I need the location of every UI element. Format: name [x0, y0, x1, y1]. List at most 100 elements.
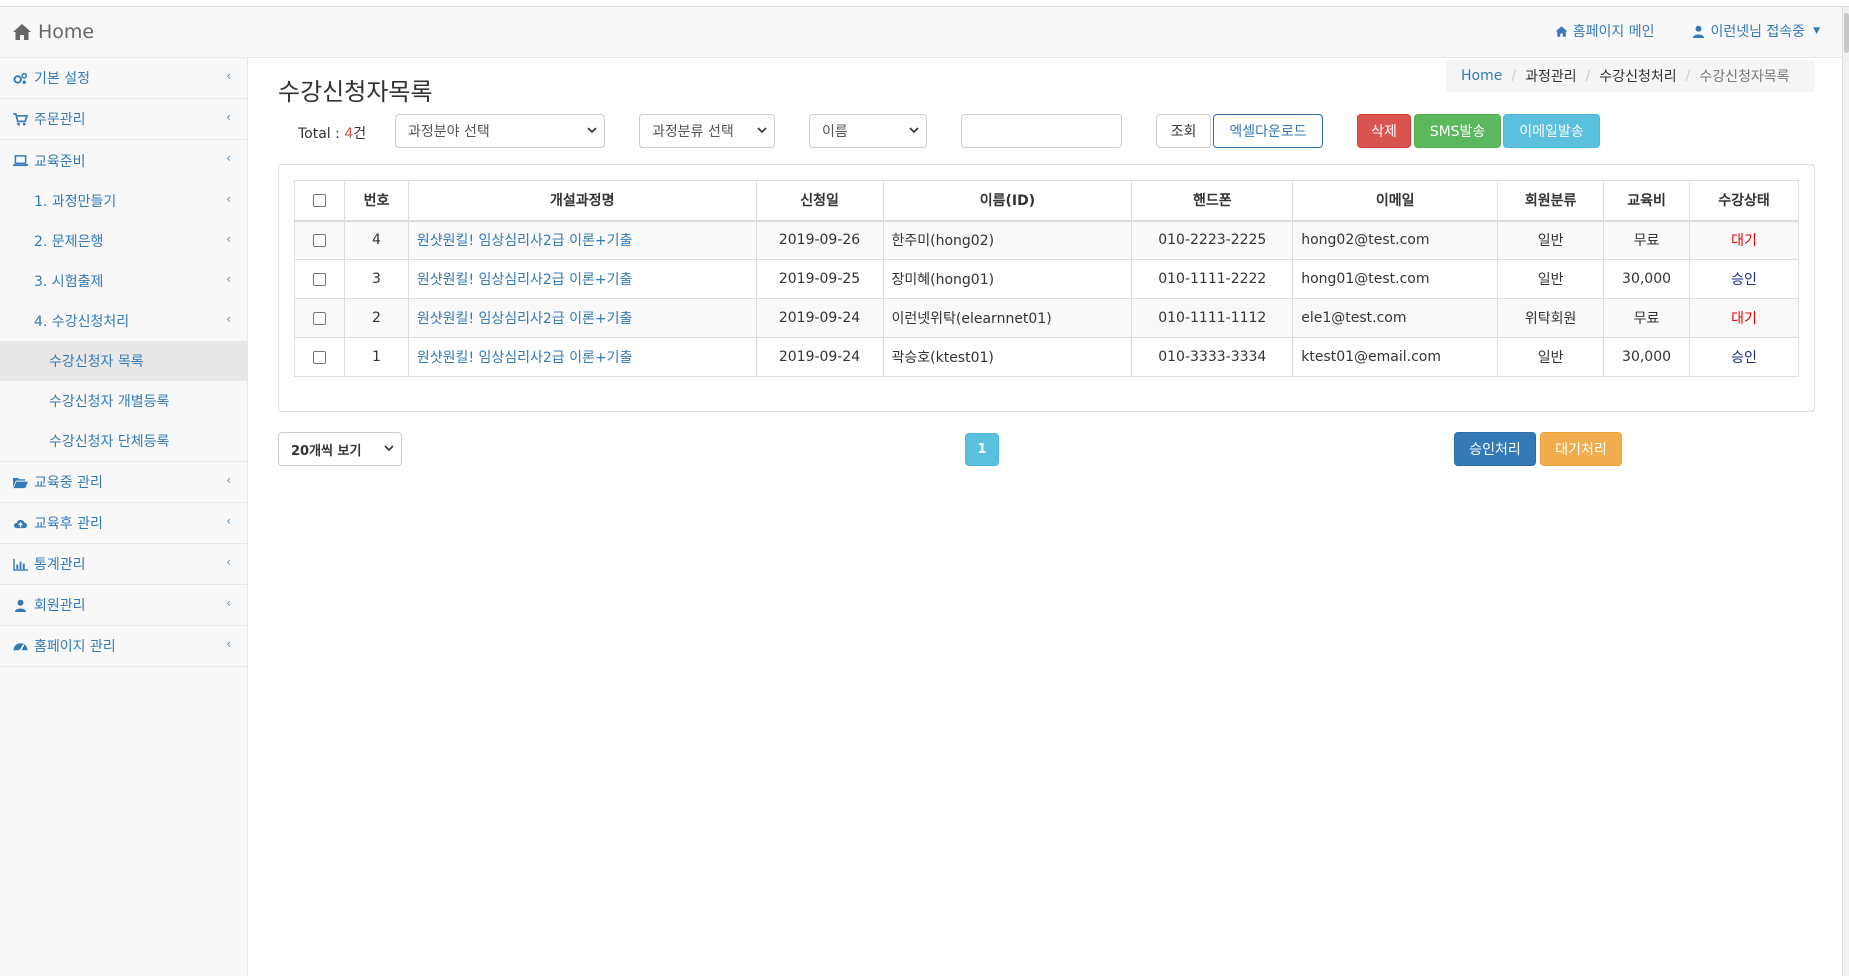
chevron-left-icon: ‹ [226, 514, 231, 528]
wait-button[interactable]: 대기처리 [1540, 432, 1622, 466]
total-count: Total : 4건 [298, 126, 367, 142]
applicant-name: 곽승호(ktest01) [882, 337, 1133, 377]
approve-button[interactable]: 승인처리 [1454, 432, 1536, 466]
pagination-page-1[interactable]: 1 [965, 433, 999, 466]
page-title: 수강신청자목록 [278, 78, 433, 106]
status-badge: 승인 [1689, 259, 1799, 299]
select-all-checkbox[interactable] [312, 193, 326, 207]
sidebar-item-label: 교육후 관리 [34, 516, 103, 532]
row-checkbox[interactable] [312, 272, 326, 286]
sidebar-item-homepage-management[interactable]: 홈페이지 관리 ‹ [0, 626, 247, 667]
sidebar-subitem-label: 3. 시험출제 [34, 274, 104, 290]
fee: 30,000 [1603, 259, 1691, 299]
homepage-main-link[interactable]: 홈페이지 메인 [1555, 21, 1655, 41]
column-header[interactable]: 수강상태 [1689, 180, 1799, 222]
sidebar-item-label: 교육준비 [34, 153, 86, 170]
sidebar-item-members[interactable]: 회원관리 ‹ [0, 585, 247, 626]
column-header[interactable]: 핸드폰 [1131, 180, 1294, 222]
member-type: 일반 [1497, 337, 1605, 377]
row-checkbox[interactable] [312, 233, 326, 247]
sidebar-item-statistics[interactable]: 통계관리 ‹ [0, 544, 247, 585]
column-header[interactable]: 교육비 [1603, 180, 1691, 222]
column-header[interactable]: 개설과정명 [407, 180, 757, 222]
phone: 010-1111-2222 [1131, 259, 1294, 299]
chevron-left-icon: ‹ [226, 473, 231, 487]
sidebar-item-after-education[interactable]: 교육후 관리 ‹ [0, 503, 247, 544]
page-size-select[interactable]: 20개씩 보기 [278, 432, 402, 466]
dashboard-icon [13, 642, 28, 652]
sidebar-subitem-question-bank[interactable]: 2. 문제은행 ‹ [0, 221, 247, 261]
delete-button[interactable]: 삭제 [1357, 114, 1411, 148]
row-number: 4 [343, 220, 409, 260]
course-category-select[interactable]: 과정분류 선택 [639, 114, 775, 148]
user-menu-dropdown[interactable]: 이런넷님 접속중 ▼ [1692, 21, 1820, 41]
sidebar-subsubitem-enrollee-list[interactable]: 수강신청자 목록 [0, 341, 247, 381]
email-send-button[interactable]: 이메일발송 [1503, 114, 1600, 148]
column-header[interactable]: 번호 [343, 180, 409, 222]
search-button[interactable]: 조회 [1156, 114, 1211, 148]
sidebar-subitem-label: 2. 문제은행 [34, 234, 104, 250]
table-row: 3 원샷원킬! 임상심리사2급 이론+기출 2019-09-25 장미혜(hon… [294, 259, 1799, 299]
course-name-link[interactable]: 원샷원킬! 임상심리사2급 이론+기출 [407, 220, 757, 260]
vertical-scrollbar[interactable] [1842, 7, 1849, 976]
course-name-link[interactable]: 원샷원킬! 임상심리사2급 이론+기출 [407, 298, 757, 338]
chevron-left-icon: ‹ [226, 596, 231, 610]
enrollee-table: 번호 개설과정명 신청일 이름(ID) 핸드폰 이메일 회원분류 교육비 수강상… [294, 180, 1799, 377]
sidebar-subitem-create-course[interactable]: 1. 과정만들기 ‹ [0, 181, 247, 221]
homepage-main-label: 홈페이지 메인 [1572, 24, 1655, 40]
member-type: 일반 [1497, 259, 1605, 299]
status-badge: 대기 [1689, 220, 1799, 260]
column-header[interactable]: 신청일 [755, 180, 884, 222]
sms-send-button[interactable]: SMS발송 [1414, 114, 1501, 148]
column-header[interactable]: 회원분류 [1497, 180, 1605, 222]
chevron-left-icon: ‹ [226, 637, 231, 651]
scrollbar-thumb[interactable] [1844, 13, 1849, 53]
sidebar-subsubitem-individual-register[interactable]: 수강신청자 개별등록 [0, 381, 247, 421]
sidebar-item-label: 기본 설정 [34, 71, 90, 87]
table-header-row: 번호 개설과정명 신청일 이름(ID) 핸드폰 이메일 회원분류 교육비 수강상… [294, 180, 1799, 222]
member-type: 일반 [1497, 220, 1605, 260]
course-name-link[interactable]: 원샷원킬! 임상심리사2급 이론+기출 [407, 259, 757, 299]
brand-home-link[interactable]: Home [12, 21, 94, 43]
fee: 30,000 [1603, 337, 1691, 377]
top-navbar: Home 홈페이지 메인 이런넷님 접속중 ▼ [0, 7, 1842, 58]
table-row: 2 원샷원킬! 임상심리사2급 이론+기출 2019-09-24 이런넷위탁(e… [294, 298, 1799, 338]
home-icon [1555, 25, 1568, 37]
row-checkbox[interactable] [312, 350, 326, 364]
sidebar-item-label: 회원관리 [34, 598, 86, 614]
sidebar-subitem-label: 4. 수강신청처리 [34, 314, 130, 330]
cloud-upload-icon [14, 519, 27, 528]
folder-open-icon [13, 477, 28, 488]
breadcrumb: Home / 과정관리 / 수강신청처리 / 수강신청자목록 [1446, 60, 1815, 92]
sidebar-subitem-exam[interactable]: 3. 시험출제 ‹ [0, 261, 247, 301]
course-name-link[interactable]: 원샷원킬! 임상심리사2급 이론+기출 [407, 337, 757, 377]
chevron-down-icon [909, 127, 919, 134]
search-type-select[interactable]: 이름 [809, 114, 927, 148]
table-row: 4 원샷원킬! 임상심리사2급 이론+기출 2019-09-26 한주미(hon… [294, 220, 1799, 260]
applicant-name: 장미혜(hong01) [882, 259, 1133, 299]
excel-download-button[interactable]: 엑셀다운로드 [1213, 114, 1323, 148]
course-field-select[interactable]: 과정분야 선택 [395, 114, 605, 148]
sidebar-item-during-education[interactable]: 교육중 관리 ‹ [0, 462, 247, 503]
row-number: 1 [343, 337, 409, 377]
user-icon [14, 599, 27, 612]
row-select-cell [294, 337, 345, 377]
row-number: 3 [343, 259, 409, 299]
apply-date: 2019-09-24 [755, 337, 884, 377]
row-checkbox[interactable] [312, 311, 326, 325]
breadcrumb-home-link[interactable]: Home [1461, 68, 1502, 84]
sidebar-item-basic-settings[interactable]: 기본 설정 ‹ [0, 58, 247, 99]
sidebar-subitem-enrollment[interactable]: 4. 수강신청처리 ‹ [0, 301, 247, 341]
chevron-down-icon [587, 127, 597, 134]
breadcrumb-separator: / [1585, 68, 1591, 84]
status-badge: 대기 [1689, 298, 1799, 338]
email: ele1@test.com [1292, 298, 1499, 338]
row-select-cell [294, 220, 345, 260]
gears-icon [13, 72, 28, 84]
column-header[interactable]: 이메일 [1292, 180, 1499, 222]
column-header[interactable]: 이름(ID) [882, 180, 1133, 222]
sidebar-subsubitem-label: 수강신청자 개별등록 [49, 394, 170, 410]
table-row: 1 원샷원킬! 임상심리사2급 이론+기출 2019-09-24 곽승호(kte… [294, 337, 1799, 377]
search-input[interactable] [961, 114, 1122, 148]
sidebar-subitem-label: 1. 과정만들기 [34, 194, 117, 210]
